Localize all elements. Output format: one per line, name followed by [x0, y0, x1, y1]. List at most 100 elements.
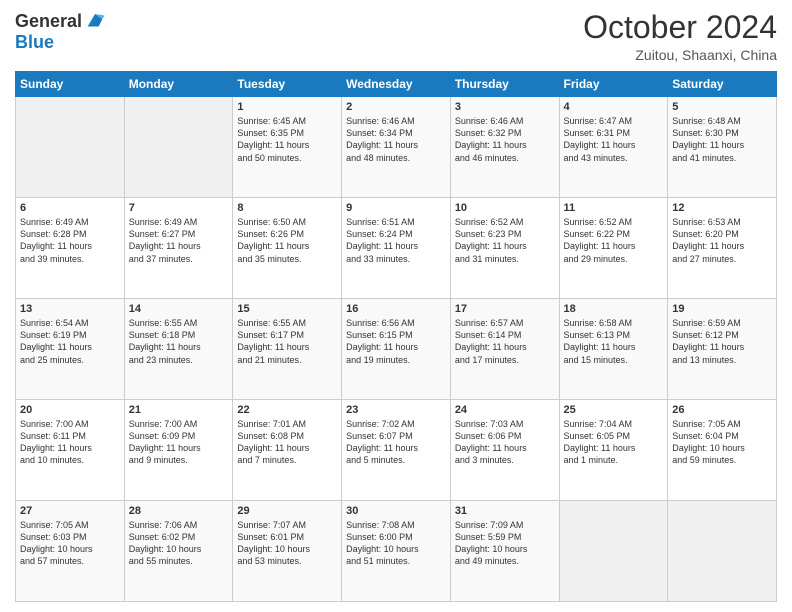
- day-number: 16: [346, 303, 446, 315]
- calendar-weekday: Thursday: [450, 72, 559, 97]
- day-info: Sunrise: 6:58 AM Sunset: 6:13 PM Dayligh…: [564, 317, 664, 366]
- calendar-weekday: Wednesday: [342, 72, 451, 97]
- calendar-weekday: Tuesday: [233, 72, 342, 97]
- day-number: 29: [237, 505, 337, 517]
- day-number: 11: [564, 202, 664, 214]
- calendar-weekday: Saturday: [668, 72, 777, 97]
- day-info: Sunrise: 7:05 AM Sunset: 6:04 PM Dayligh…: [672, 418, 772, 467]
- day-info: Sunrise: 7:01 AM Sunset: 6:08 PM Dayligh…: [237, 418, 337, 467]
- day-info: Sunrise: 7:09 AM Sunset: 5:59 PM Dayligh…: [455, 519, 555, 568]
- calendar-cell: 12 Sunrise: 6:53 AM Sunset: 6:20 PM Dayli…: [668, 198, 777, 299]
- day-info: Sunrise: 7:08 AM Sunset: 6:00 PM Dayligh…: [346, 519, 446, 568]
- calendar-cell: 27 Sunrise: 7:05 AM Sunset: 6:03 PM Dayli…: [16, 501, 125, 602]
- day-info: Sunrise: 6:52 AM Sunset: 6:23 PM Dayligh…: [455, 216, 555, 265]
- logo-blue: Blue: [15, 32, 54, 53]
- calendar-cell: 29 Sunrise: 7:07 AM Sunset: 6:01 PM Dayli…: [233, 501, 342, 602]
- calendar-cell: 8Sunrise: 6:50 AM Sunset: 6:26 PM Daylig…: [233, 198, 342, 299]
- calendar-cell: 3 Sunrise: 6:46 AM Sunset: 6:32 PM Daylig…: [450, 97, 559, 198]
- calendar-weekday: Sunday: [16, 72, 125, 97]
- calendar-cell: 7 Sunrise: 6:49 AM Sunset: 6:27 PM Daylig…: [124, 198, 233, 299]
- calendar-cell: 19 Sunrise: 6:59 AM Sunset: 6:12 PM Dayli…: [668, 299, 777, 400]
- day-number: 15: [237, 303, 337, 315]
- day-number: 25: [564, 404, 664, 416]
- day-number: 12: [672, 202, 772, 214]
- day-number: 1: [237, 101, 337, 113]
- day-number: 9: [346, 202, 446, 214]
- day-info: Sunrise: 7:06 AM Sunset: 6:02 PM Dayligh…: [129, 519, 229, 568]
- calendar-cell: 2 Sunrise: 6:46 AM Sunset: 6:34 PM Daylig…: [342, 97, 451, 198]
- day-number: 21: [129, 404, 229, 416]
- calendar-header-row: SundayMondayTuesdayWednesdayThursdayFrid…: [16, 72, 777, 97]
- day-number: 8: [237, 202, 337, 214]
- calendar-cell: 18Sunrise: 6:58 AM Sunset: 6:13 PM Dayli…: [559, 299, 668, 400]
- calendar-cell: 26 Sunrise: 7:05 AM Sunset: 6:04 PM Dayli…: [668, 400, 777, 501]
- calendar-week-row: 6 Sunrise: 6:49 AM Sunset: 6:28 PM Daylig…: [16, 198, 777, 299]
- day-number: 31: [455, 505, 555, 517]
- calendar-cell: [559, 501, 668, 602]
- day-number: 20: [20, 404, 120, 416]
- day-info: Sunrise: 7:05 AM Sunset: 6:03 PM Dayligh…: [20, 519, 120, 568]
- day-number: 24: [455, 404, 555, 416]
- subtitle: Zuitou, Shaanxi, China: [583, 47, 777, 63]
- day-info: Sunrise: 7:07 AM Sunset: 6:01 PM Dayligh…: [237, 519, 337, 568]
- calendar-cell: 28Sunrise: 7:06 AM Sunset: 6:02 PM Dayli…: [124, 501, 233, 602]
- day-info: Sunrise: 7:02 AM Sunset: 6:07 PM Dayligh…: [346, 418, 446, 467]
- day-number: 19: [672, 303, 772, 315]
- calendar-cell: 17Sunrise: 6:57 AM Sunset: 6:14 PM Dayli…: [450, 299, 559, 400]
- day-info: Sunrise: 6:49 AM Sunset: 6:27 PM Dayligh…: [129, 216, 229, 265]
- day-number: 26: [672, 404, 772, 416]
- calendar-cell: 16 Sunrise: 6:56 AM Sunset: 6:15 PM Dayli…: [342, 299, 451, 400]
- day-info: Sunrise: 6:46 AM Sunset: 6:32 PM Dayligh…: [455, 115, 555, 164]
- day-number: 7: [129, 202, 229, 214]
- day-info: Sunrise: 6:47 AM Sunset: 6:31 PM Dayligh…: [564, 115, 664, 164]
- day-number: 2: [346, 101, 446, 113]
- day-number: 27: [20, 505, 120, 517]
- calendar-cell: 6 Sunrise: 6:49 AM Sunset: 6:28 PM Daylig…: [16, 198, 125, 299]
- calendar-cell: 11 Sunrise: 6:52 AM Sunset: 6:22 PM Dayli…: [559, 198, 668, 299]
- day-number: 6: [20, 202, 120, 214]
- day-info: Sunrise: 7:04 AM Sunset: 6:05 PM Dayligh…: [564, 418, 664, 467]
- day-number: 10: [455, 202, 555, 214]
- day-number: 30: [346, 505, 446, 517]
- logo-icon: [84, 10, 106, 32]
- main-title: October 2024: [583, 10, 777, 45]
- calendar-weekday: Friday: [559, 72, 668, 97]
- day-info: Sunrise: 6:52 AM Sunset: 6:22 PM Dayligh…: [564, 216, 664, 265]
- day-info: Sunrise: 7:03 AM Sunset: 6:06 PM Dayligh…: [455, 418, 555, 467]
- day-number: 17: [455, 303, 555, 315]
- day-number: 14: [129, 303, 229, 315]
- calendar-cell: 30 Sunrise: 7:08 AM Sunset: 6:00 PM Dayli…: [342, 501, 451, 602]
- calendar-cell: 4 Sunrise: 6:47 AM Sunset: 6:31 PM Daylig…: [559, 97, 668, 198]
- calendar-cell: [16, 97, 125, 198]
- day-info: Sunrise: 6:48 AM Sunset: 6:30 PM Dayligh…: [672, 115, 772, 164]
- calendar-cell: 15Sunrise: 6:55 AM Sunset: 6:17 PM Dayli…: [233, 299, 342, 400]
- day-info: Sunrise: 6:55 AM Sunset: 6:18 PM Dayligh…: [129, 317, 229, 366]
- calendar-cell: 5 Sunrise: 6:48 AM Sunset: 6:30 PM Daylig…: [668, 97, 777, 198]
- logo-general: General: [15, 11, 82, 32]
- calendar-week-row: 1 Sunrise: 6:45 AM Sunset: 6:35 PM Daylig…: [16, 97, 777, 198]
- calendar-week-row: 13 Sunrise: 6:54 AM Sunset: 6:19 PM Dayli…: [16, 299, 777, 400]
- day-number: 13: [20, 303, 120, 315]
- calendar-cell: 10 Sunrise: 6:52 AM Sunset: 6:23 PM Dayli…: [450, 198, 559, 299]
- day-info: Sunrise: 6:53 AM Sunset: 6:20 PM Dayligh…: [672, 216, 772, 265]
- day-info: Sunrise: 6:56 AM Sunset: 6:15 PM Dayligh…: [346, 317, 446, 366]
- day-info: Sunrise: 6:46 AM Sunset: 6:34 PM Dayligh…: [346, 115, 446, 164]
- calendar-cell: 13 Sunrise: 6:54 AM Sunset: 6:19 PM Dayli…: [16, 299, 125, 400]
- calendar-weekday: Monday: [124, 72, 233, 97]
- day-info: Sunrise: 6:49 AM Sunset: 6:28 PM Dayligh…: [20, 216, 120, 265]
- header: General Blue October 2024 Zuitou, Shaanx…: [15, 10, 777, 63]
- day-info: Sunrise: 6:54 AM Sunset: 6:19 PM Dayligh…: [20, 317, 120, 366]
- calendar-cell: 21Sunrise: 7:00 AM Sunset: 6:09 PM Dayli…: [124, 400, 233, 501]
- calendar-cell: 25 Sunrise: 7:04 AM Sunset: 6:05 PM Dayli…: [559, 400, 668, 501]
- calendar-week-row: 27 Sunrise: 7:05 AM Sunset: 6:03 PM Dayli…: [16, 501, 777, 602]
- logo: General Blue: [15, 10, 106, 53]
- page: General Blue October 2024 Zuitou, Shaanx…: [0, 0, 792, 612]
- day-number: 5: [672, 101, 772, 113]
- calendar-cell: [668, 501, 777, 602]
- day-info: Sunrise: 6:59 AM Sunset: 6:12 PM Dayligh…: [672, 317, 772, 366]
- title-block: October 2024 Zuitou, Shaanxi, China: [583, 10, 777, 63]
- day-info: Sunrise: 6:45 AM Sunset: 6:35 PM Dayligh…: [237, 115, 337, 164]
- day-number: 3: [455, 101, 555, 113]
- calendar-week-row: 20Sunrise: 7:00 AM Sunset: 6:11 PM Dayli…: [16, 400, 777, 501]
- day-number: 4: [564, 101, 664, 113]
